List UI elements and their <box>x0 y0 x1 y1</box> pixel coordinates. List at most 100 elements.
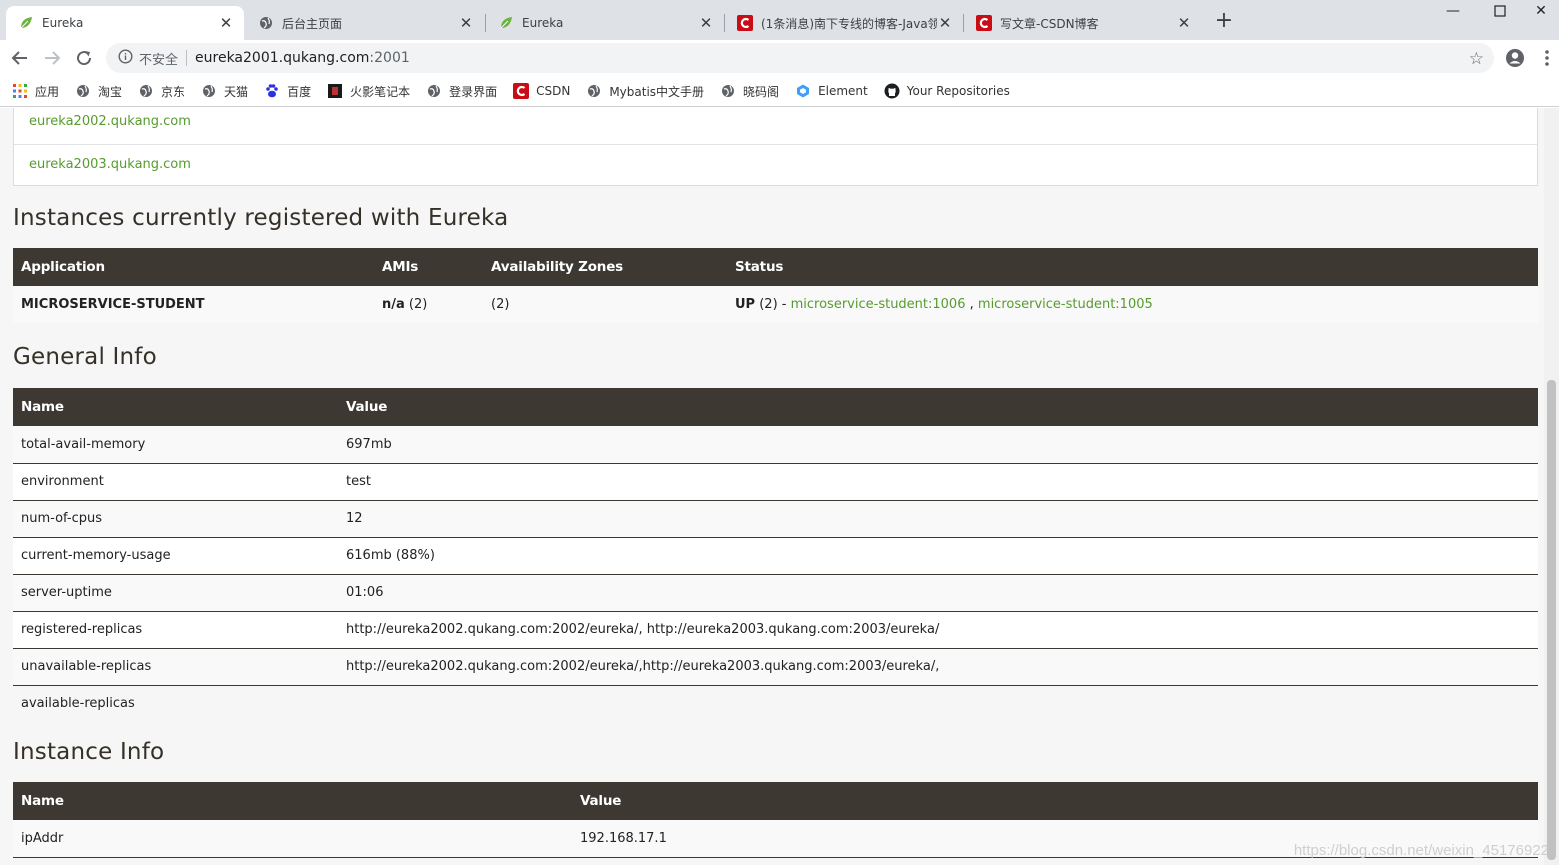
bookmark-jd[interactable]: 京东 <box>138 83 185 100</box>
page-viewport: eureka2002.qukang.com eureka2003.qukang.… <box>0 108 1559 865</box>
url-host: eureka2001.qukang.com <box>195 50 370 66</box>
close-tab-icon[interactable]: ✕ <box>698 15 714 31</box>
bookmark-label: 天猫 <box>224 84 249 99</box>
profile-avatar-icon[interactable] <box>1505 48 1525 68</box>
close-tab-icon[interactable]: ✕ <box>458 15 474 31</box>
bookmark-login-page[interactable]: 登录界面 <box>426 83 497 100</box>
bookmark-tmall[interactable]: 天猫 <box>201 83 248 100</box>
amis-count: (2) <box>408 297 428 312</box>
maximize-icon[interactable] <box>1477 0 1523 24</box>
instance-link[interactable]: microservice-student:1005 <box>978 297 1153 312</box>
tab-write-article[interactable]: 写文章-CSDN博客 ✕ <box>964 6 1202 40</box>
column-header: Application <box>13 248 374 286</box>
info-value: 616mb (88%) <box>338 537 1538 575</box>
minimize-icon[interactable]: — <box>1430 0 1476 24</box>
bookmark-label: Element <box>818 84 868 98</box>
info-name: num-of-cpus <box>13 500 338 538</box>
instance-link[interactable]: microservice-student:1006 <box>791 297 966 312</box>
general-info-table: Name Value total-avail-memory 697mb envir… <box>13 388 1538 722</box>
column-header: Name <box>13 782 572 820</box>
column-header: Value <box>572 782 1538 820</box>
bookmark-label: 淘宝 <box>98 84 123 99</box>
globe-icon <box>138 83 154 99</box>
back-arrow-icon[interactable] <box>6 44 34 72</box>
info-name: total-avail-memory <box>13 426 338 464</box>
bookmark-label: 京东 <box>161 84 186 99</box>
application-name: MICROSERVICE-STUDENT <box>13 286 374 323</box>
bookmark-naruto-notes[interactable]: 火影笔记本 <box>327 83 410 100</box>
tab-admin-home[interactable]: 后台主页面 ✕ <box>246 6 484 40</box>
baidu-paw-icon <box>264 83 280 99</box>
bookmark-label: 登录界面 <box>449 84 498 99</box>
globe-icon <box>720 83 736 99</box>
column-header: Name <box>13 388 338 426</box>
instances-heading: Instances currently registered with Eure… <box>13 205 509 231</box>
bookmark-baidu[interactable]: 百度 <box>264 83 311 100</box>
new-tab-button[interactable]: + <box>1212 10 1236 34</box>
info-value: http://eureka2002.qukang.com:2002/eureka… <box>338 648 1538 686</box>
address-divider <box>186 50 188 66</box>
bookmark-taobao[interactable]: 淘宝 <box>75 83 122 100</box>
replica-link[interactable]: eureka2002.qukang.com <box>14 108 1537 144</box>
amis-cell: n/a (2) <box>374 286 483 323</box>
instance-info-heading: Instance Info <box>13 739 165 765</box>
bookmarks-bar: 应用 淘宝 京东 天猫 百度 火影笔记本 登录界面 CSDN Mybatis中文… <box>0 76 1559 107</box>
zones-cell: (2) <box>483 286 727 323</box>
spring-leaf-icon <box>498 15 514 31</box>
element-icon <box>795 83 811 99</box>
close-tab-icon[interactable]: ✕ <box>1176 15 1192 31</box>
info-value: http://eureka2002.qukang.com:2002/eureka… <box>338 611 1538 649</box>
forward-arrow-icon[interactable] <box>38 44 66 72</box>
tab-eureka[interactable]: Eureka ✕ <box>486 6 724 40</box>
bookmark-star-icon[interactable]: ☆ <box>1469 49 1484 69</box>
bookmark-apps[interactable]: 应用 <box>12 83 59 100</box>
spring-leaf-icon <box>18 15 34 31</box>
column-header: Availability Zones <box>483 248 727 286</box>
eureka-dashboard: eureka2002.qukang.com eureka2003.qukang.… <box>13 108 1538 858</box>
close-window-icon[interactable]: ✕ <box>1518 0 1559 24</box>
csdn-icon <box>976 15 992 31</box>
close-tab-icon[interactable]: ✕ <box>937 15 953 31</box>
close-tab-icon[interactable]: ✕ <box>218 15 234 31</box>
vertical-scrollbar[interactable] <box>1544 108 1559 865</box>
bookmark-xiaomage[interactable]: 晓码阁 <box>720 83 779 100</box>
status-up: UP <box>735 297 756 312</box>
github-icon <box>884 83 900 99</box>
address-bar[interactable]: 不安全 eureka2001.qukang.com:2001 ☆ <box>106 43 1494 73</box>
bookmark-github-repos[interactable]: Your Repositories <box>884 83 1010 99</box>
info-name: ipAddr <box>13 820 572 858</box>
tab-strip: Eureka ✕ 后台主页面 ✕ Eureka ✕ (1条消息)南下专线的博客-… <box>0 0 1559 40</box>
reload-icon[interactable] <box>70 44 98 72</box>
info-name: environment <box>13 463 338 501</box>
not-secure-label[interactable]: 不安全 <box>139 49 178 68</box>
instance-separator: , <box>969 297 974 312</box>
bookmark-element[interactable]: Element <box>795 83 868 99</box>
column-header: AMIs <box>374 248 483 286</box>
csdn-icon <box>513 83 530 99</box>
scrollbar-thumb[interactable] <box>1547 380 1556 860</box>
info-name: available-replicas <box>13 685 338 722</box>
bookmark-csdn[interactable]: CSDN <box>513 83 570 99</box>
info-value: 697mb <box>338 426 1538 464</box>
globe-icon <box>75 83 91 99</box>
globe-icon <box>258 15 274 31</box>
bookmark-label: CSDN <box>536 84 571 98</box>
tab-csdn-blog[interactable]: (1条消息)南下专线的博客-Java领 ✕ <box>725 6 963 40</box>
browser-menu-icon[interactable] <box>1544 47 1550 69</box>
status-cell: UP (2) - microservice-student:1006 , mic… <box>727 286 1538 323</box>
bookmark-mybatis[interactable]: Mybatis中文手册 <box>586 83 704 100</box>
bookmark-label: 火影笔记本 <box>350 84 411 99</box>
table-row: num-of-cpus 12 <box>13 500 1538 538</box>
ds-replicas-list: eureka2002.qukang.com eureka2003.qukang.… <box>13 108 1538 186</box>
tab-eureka-active[interactable]: Eureka ✕ <box>6 6 244 40</box>
tab-title: Eureka <box>42 16 84 30</box>
table-row: unavailable-replicas http://eureka2002.qu… <box>13 648 1538 686</box>
tab-title: (1条消息)南下专线的博客-Java领 <box>761 16 937 31</box>
replica-link[interactable]: eureka2003.qukang.com <box>14 144 1537 185</box>
info-value: test <box>338 463 1538 501</box>
tab-title: 写文章-CSDN博客 <box>1000 16 1099 31</box>
globe-icon <box>201 83 217 99</box>
bookmark-label: 百度 <box>287 84 312 99</box>
info-icon[interactable] <box>118 48 133 68</box>
url-port: :2001 <box>369 50 410 66</box>
